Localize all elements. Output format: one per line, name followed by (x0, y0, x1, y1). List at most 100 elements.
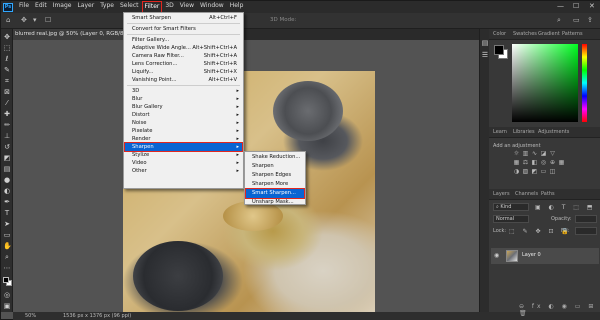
filter-menu-item-sharpen[interactable]: Sharpen ▸ (124, 142, 243, 152)
menu-layer[interactable]: Layer (74, 1, 97, 13)
quick-mask-icon[interactable]: ◎ (3, 291, 11, 299)
filter-menu-item-convert-for-smart-filters[interactable]: Convert for Smart Filters (125, 25, 242, 33)
tab-learn[interactable]: Learn (491, 127, 509, 138)
layers-footer-icons[interactable]: ⊖ fx ◐ ◉ ▭ ⊞ 🗑 (519, 303, 600, 317)
close-icon[interactable]: ✕ (589, 2, 595, 10)
healing-brush-tool-icon[interactable]: ✚ (3, 110, 11, 118)
sharpen-menu-item-sharpen-edges[interactable]: Sharpen Edges (246, 171, 304, 180)
sharpen-menu-item-unsharp-mask[interactable]: Unsharp Mask... (246, 198, 304, 207)
zoom-tool-icon[interactable]: ⌕ (3, 253, 11, 261)
blend-mode-select[interactable]: Normal (493, 215, 529, 223)
filter-menu-item-smart-sharpen[interactable]: Smart Sharpen Alt+Ctrl+F (125, 14, 242, 22)
gradient-tool-icon[interactable]: ▤ (3, 165, 11, 173)
filter-menu-item-vanishing-point[interactable]: Vanishing Point... Alt+Ctrl+V (125, 76, 242, 84)
menu-type[interactable]: Type (97, 1, 117, 13)
foreground-color-swatch[interactable] (3, 277, 9, 283)
move-tool-icon[interactable]: ✥ (21, 16, 27, 24)
tab-patterns[interactable]: Patterns (560, 29, 585, 40)
auto-select-checkbox-icon[interactable]: ☐ (45, 16, 51, 24)
pen-tool-icon[interactable]: ✒ (3, 198, 11, 206)
screen-mode-icon[interactable]: ▣ (3, 302, 11, 310)
photo-filter-icon[interactable]: ◎ (540, 160, 547, 166)
filter-menu-item-lens-correction[interactable]: Lens Correction... Shift+Ctrl+R (125, 60, 242, 68)
threshold-icon[interactable]: ◩ (531, 169, 538, 175)
color-lookup-icon[interactable]: ▦ (558, 160, 565, 166)
path-select-tool-icon[interactable]: ➤ (3, 220, 11, 228)
tab-gradient[interactable]: Gradient (536, 29, 562, 40)
brightness-contrast-icon[interactable]: ☼ (513, 151, 520, 157)
visibility-eye-icon[interactable]: ◉ (494, 252, 499, 259)
gradient-map-icon[interactable]: ▭ (540, 169, 547, 175)
opacity-field[interactable] (575, 215, 597, 223)
tab-paths[interactable]: Paths (539, 189, 557, 200)
color-picker-field[interactable] (512, 44, 578, 122)
selective-color-icon[interactable]: ◫ (549, 169, 556, 175)
levels-icon[interactable]: ▥ (522, 151, 529, 157)
minimize-icon[interactable]: — (557, 2, 564, 10)
history-panel-icon[interactable]: ▤ (481, 39, 489, 47)
filter-menu-item-noise[interactable]: Noise ▸ (125, 119, 242, 127)
properties-panel-icon[interactable]: ☰ (481, 51, 489, 59)
hand-tool-icon[interactable]: ✋ (3, 242, 12, 250)
foreground-color-chip[interactable] (494, 45, 504, 55)
tab-layers[interactable]: Layers (491, 189, 512, 200)
eraser-tool-icon[interactable]: ◩ (3, 154, 11, 162)
filter-menu-item-stylize[interactable]: Stylize ▸ (125, 151, 242, 159)
channel-mixer-icon[interactable]: ⊕ (549, 160, 556, 166)
crop-tool-icon[interactable]: ⌗ (3, 77, 11, 85)
blur-tool-icon[interactable]: ● (3, 176, 11, 184)
hue-slider[interactable] (582, 44, 587, 122)
rectangle-tool-icon[interactable]: ▭ (3, 231, 11, 239)
filter-menu-item-3d[interactable]: 3D ▸ (125, 87, 242, 95)
marquee-tool-icon[interactable]: ⬚ (3, 44, 11, 52)
filter-menu-item-adaptive-wide-angle[interactable]: Adaptive Wide Angle... Alt+Shift+Ctrl+A (125, 44, 242, 52)
share-icon[interactable]: ⇪ (587, 16, 593, 24)
vibrance-icon[interactable]: ▽ (549, 151, 556, 157)
filter-menu-item-render[interactable]: Render ▸ (125, 135, 242, 143)
eyedropper-tool-icon[interactable]: ⁄ (3, 99, 11, 107)
menu-edit[interactable]: Edit (32, 1, 50, 13)
invert-icon[interactable]: ◑ (513, 169, 520, 175)
home-icon[interactable]: ⌂ (6, 16, 10, 24)
dodge-tool-icon[interactable]: ◐ (3, 187, 11, 195)
filter-menu-item-blur[interactable]: Blur ▸ (125, 95, 242, 103)
history-brush-tool-icon[interactable]: ↺ (3, 143, 11, 151)
workspace-icon[interactable]: ▭ (573, 16, 580, 24)
lasso-tool-icon[interactable]: ℓ (3, 55, 11, 63)
layer-row[interactable]: ◉ Layer 0 (491, 248, 599, 264)
brush-tool-icon[interactable]: ✏ (3, 121, 11, 129)
exposure-icon[interactable]: ◪ (540, 151, 547, 157)
filter-menu-item-filter-gallery[interactable]: Filter Gallery... (125, 36, 242, 44)
filter-menu-item-distort[interactable]: Distort ▸ (125, 111, 242, 119)
chevron-down-icon[interactable]: ▾ (33, 16, 37, 24)
tab-libraries[interactable]: Libraries (511, 127, 537, 138)
tab-channels[interactable]: Channels (513, 189, 540, 200)
filter-menu-item-liquify[interactable]: Liquify... Shift+Ctrl+X (125, 68, 242, 76)
menu-image[interactable]: Image (50, 1, 75, 13)
clone-stamp-tool-icon[interactable]: ⊥ (3, 132, 11, 140)
tab-swatches[interactable]: Swatches (511, 29, 539, 40)
maximize-icon[interactable]: ☐ (573, 2, 579, 10)
move-tool-icon[interactable]: ✥ (3, 33, 11, 41)
type-tool-icon[interactable]: T (3, 209, 11, 217)
quick-select-tool-icon[interactable]: ✎ (3, 66, 11, 74)
sharpen-menu-item-sharpen[interactable]: Sharpen (246, 162, 304, 171)
filter-menu-item-blur-gallery[interactable]: Blur Gallery ▸ (125, 103, 242, 111)
filter-menu-item-other[interactable]: Other ▸ (125, 167, 242, 175)
tab-color[interactable]: Color (491, 29, 508, 40)
menu-file[interactable]: File (16, 1, 32, 13)
zoom-level[interactable]: 50% (25, 312, 36, 320)
sharpen-menu-item-sharpen-more[interactable]: Sharpen More (246, 180, 304, 189)
hue-saturation-icon[interactable]: ▦ (513, 160, 520, 166)
frame-tool-icon[interactable]: ⊠ (3, 88, 11, 96)
search-icon[interactable]: ⌕ (557, 16, 561, 25)
filter-menu-item-pixelate[interactable]: Pixelate ▸ (125, 127, 242, 135)
black-white-icon[interactable]: ◧ (531, 160, 538, 166)
sharpen-menu-item-smart-sharpen[interactable]: Smart Sharpen... (245, 188, 305, 199)
layer-kind-filter[interactable]: ⌕ Kind (493, 203, 529, 211)
curves-icon[interactable]: ∿ (531, 151, 538, 157)
sharpen-menu-item-shake-reduction[interactable]: Shake Reduction... (246, 153, 304, 162)
filter-menu-item-video[interactable]: Video ▸ (125, 159, 242, 167)
more-tools-icon[interactable]: ⋯ (3, 264, 11, 272)
fill-field[interactable] (575, 227, 597, 235)
